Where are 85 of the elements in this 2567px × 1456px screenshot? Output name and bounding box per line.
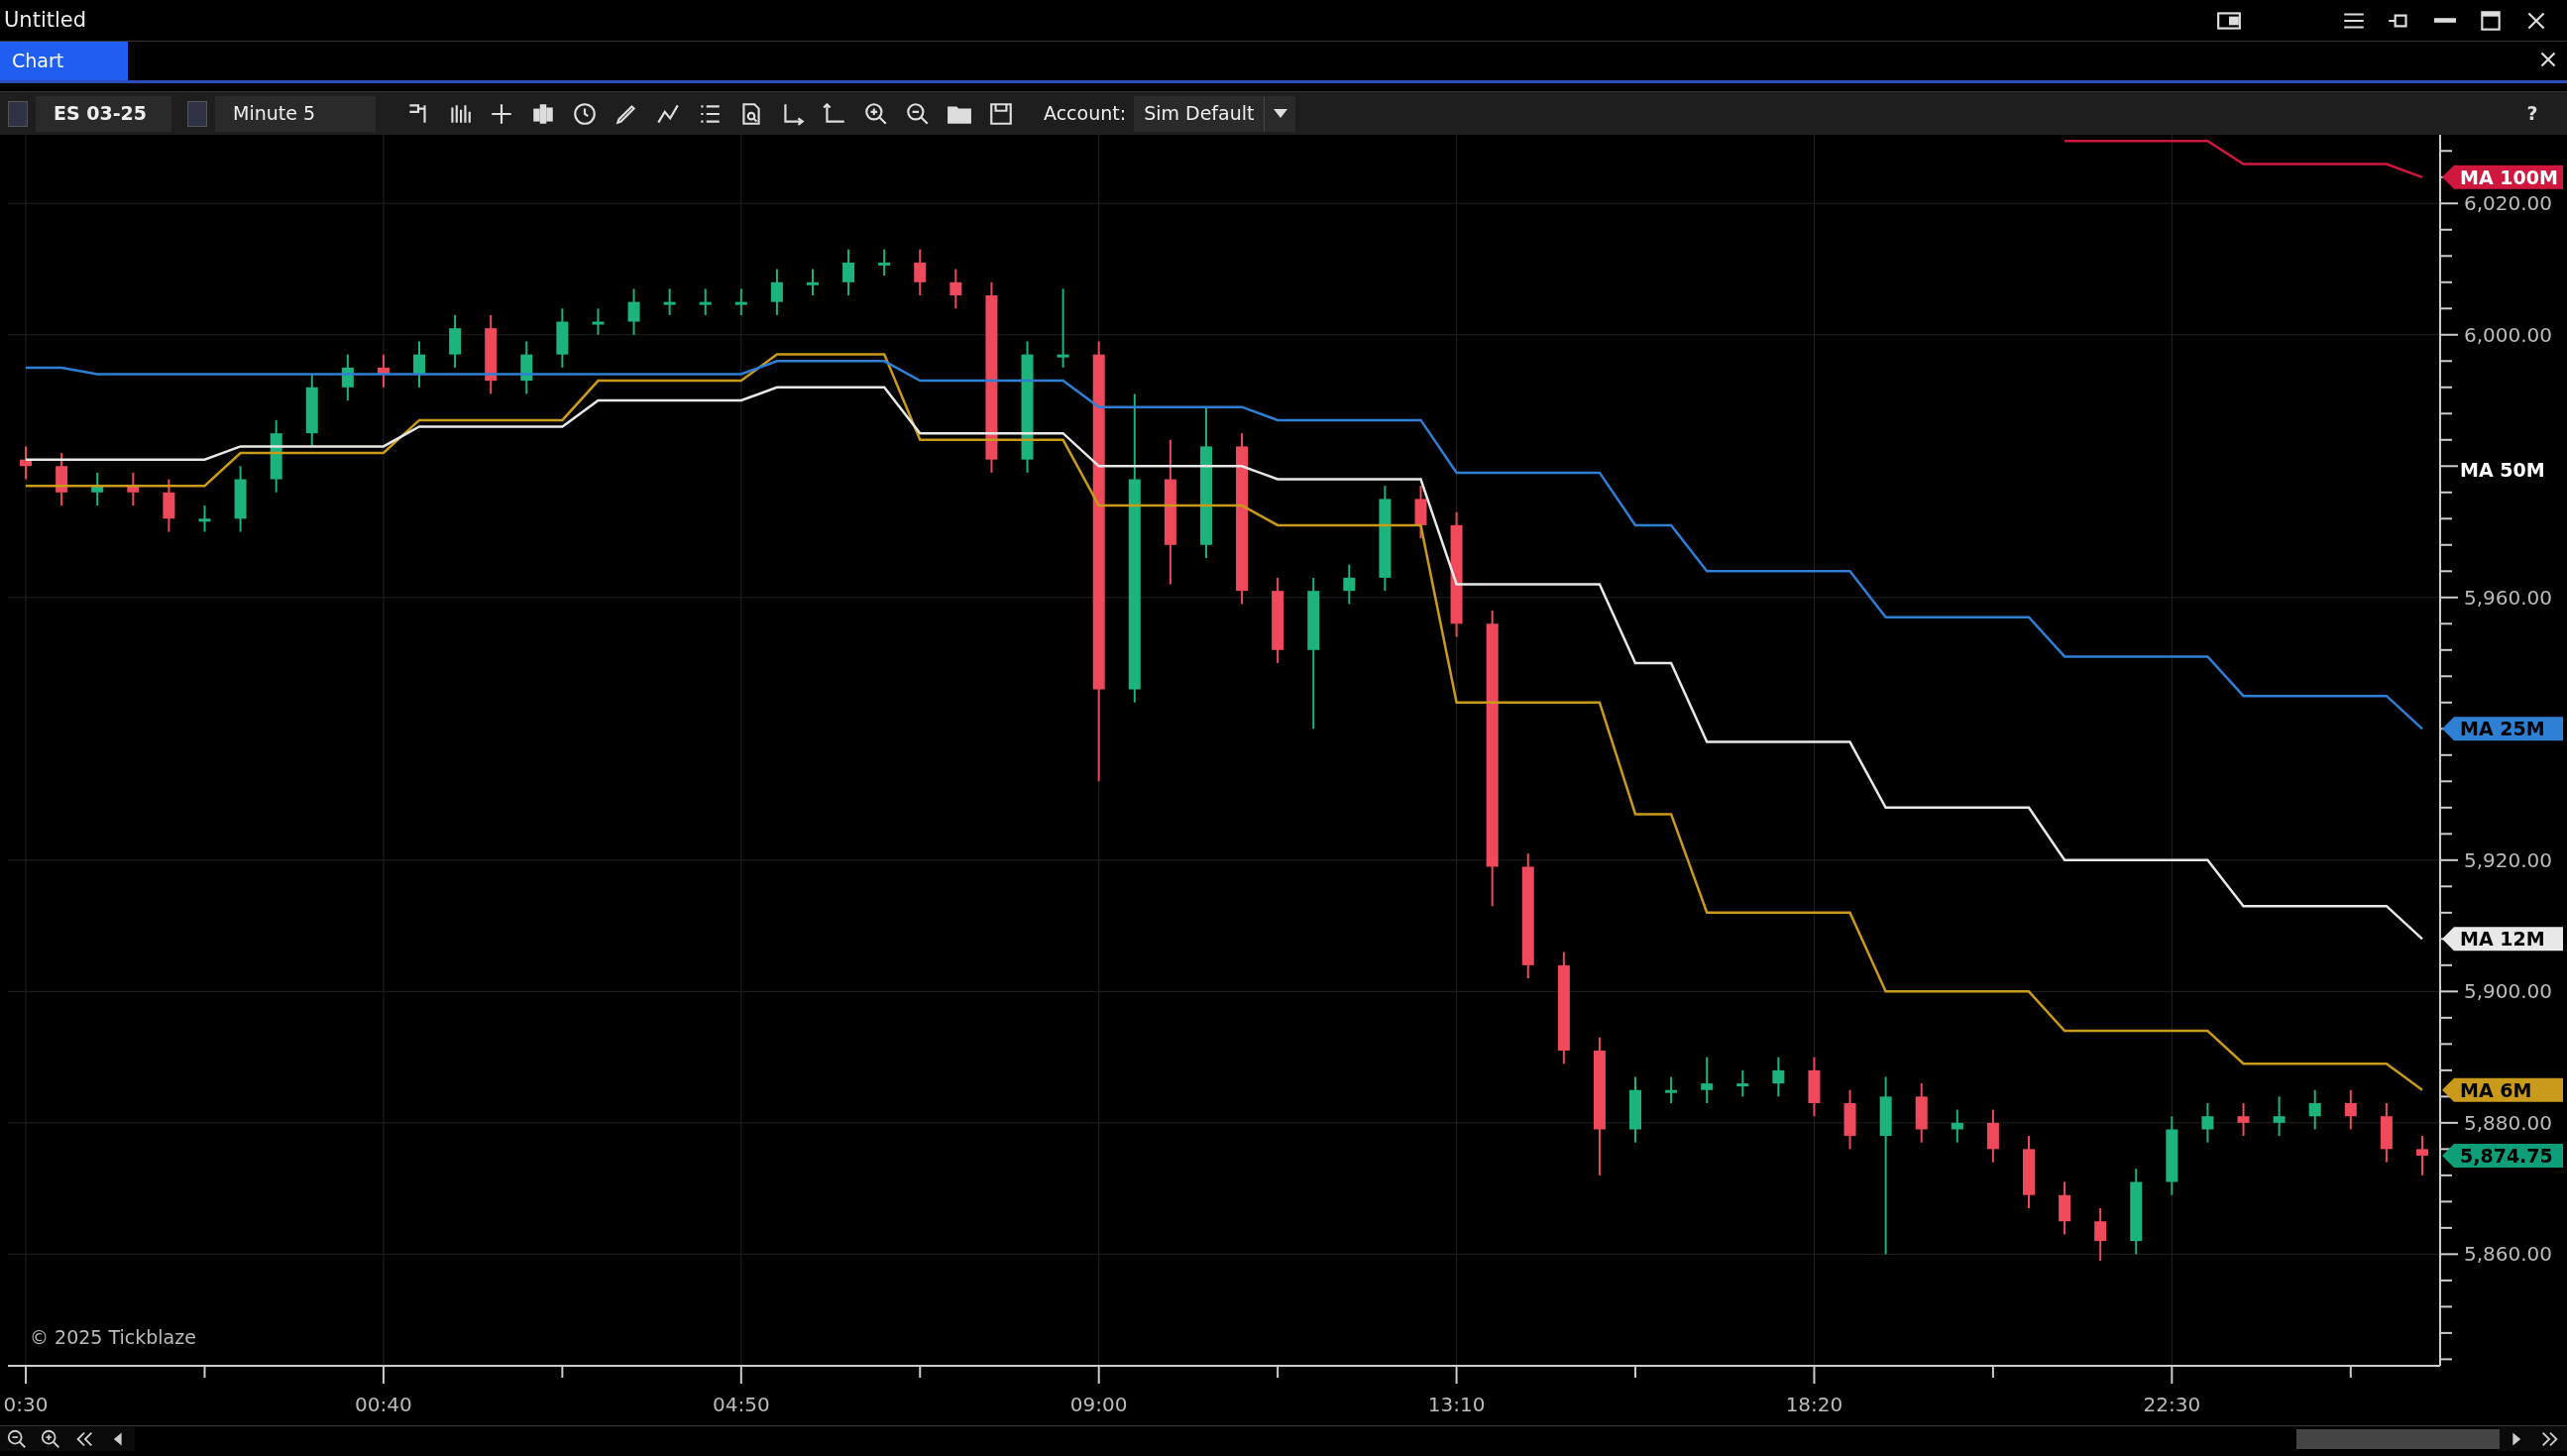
price-marker: MA 12M [2442,927,2563,952]
price-axis-label: 6,000.00 [2464,322,2553,347]
candlestick [449,313,462,369]
price-axis-label: 5,900.00 [2464,979,2553,1004]
interval-field[interactable]: Minute 5 [215,95,376,132]
candlestick [2344,1088,2357,1131]
candlestick [2308,1088,2321,1131]
price-axis-label: 6,020.00 [2464,191,2553,216]
price-marker: MA 100M [2442,165,2563,189]
help-button[interactable]: ? [2513,95,2551,132]
candlestick [20,445,33,481]
candlestick [1808,1056,1821,1118]
candlestick [341,353,354,402]
candlestick [163,478,175,533]
candlestick [949,268,962,310]
time-axis-label: 18:20 [1785,1393,1843,1416]
candlestick [627,287,640,336]
tab[interactable]: Chart [0,42,128,80]
instrument-field[interactable]: ES 03-25 [36,95,171,132]
price-marker: MA 50M [2460,459,2545,482]
time-axis-label: 00:40 [355,1393,412,1416]
candlestick [56,452,68,507]
candlestick [1414,485,1427,540]
candlestick [1736,1068,1749,1098]
price-axis-label: 5,860.00 [2464,1242,2553,1267]
price-axis-label: 5,880.00 [2464,1110,2553,1135]
candlestick [699,287,712,316]
price-marker: MA 25M [2442,717,2563,741]
scrollbar-thumb[interactable] [2296,1428,2500,1449]
candlestick [1772,1056,1785,1098]
candlestick [1843,1088,1856,1151]
price-marker: MA 6M [2442,1077,2563,1102]
dropdown-button[interactable] [1264,95,1296,132]
candlestick [807,268,819,296]
candlestick [592,307,605,336]
candlestick [2380,1101,2393,1164]
minimize-icon [2434,18,2456,23]
time-axis-label: 22:30 [2143,1393,2201,1416]
candlestick [1665,1075,1678,1104]
candlestick [520,340,533,395]
candlestick [127,471,140,507]
copyright-text: © 2025 Tickblaze [30,1326,196,1348]
color-swatch [8,100,28,127]
candlestick [1629,1075,1641,1144]
candlestick [198,504,211,533]
zoom-in-icon [40,1427,61,1450]
candlestick [1701,1056,1714,1104]
clock-icon [572,100,598,127]
zoom-in-icon [863,100,889,127]
candlestick [1343,563,1356,606]
candlestick [734,287,747,316]
time-axis-label: 13:10 [1427,1393,1486,1416]
account-label: Account: [1044,101,1127,127]
candlestick [556,307,569,369]
price-marker: 5,874.75 [2442,1144,2563,1168]
price-axis-label: 5,920.00 [2464,847,2553,872]
window-title: Untitled [4,6,87,34]
candlestick [377,353,390,389]
candlestick [2059,1180,2071,1236]
time-axis-label: 0:30 [3,1393,49,1416]
zoom-out-icon [6,1427,28,1450]
candlestick [2415,1135,2428,1176]
candlestick [770,268,783,316]
candlestick [2273,1095,2286,1138]
account-dropdown[interactable]: Sim Default [1134,95,1265,132]
candlestick [91,471,104,507]
candlestick [1915,1082,1928,1144]
color-swatch [187,100,207,127]
candlestick [914,248,927,296]
candlestick [234,465,247,533]
time-axis-label: 09:00 [1069,1393,1128,1416]
candlestick [2201,1101,2214,1144]
candlestick [842,248,855,296]
candlestick [413,340,425,389]
candlestick [1951,1108,1963,1144]
save-icon [988,100,1014,127]
candlestick [2094,1207,2107,1262]
candlestick [1986,1108,1999,1164]
candlestick [2237,1101,2250,1138]
candlestick [663,287,676,316]
zoom-out-icon [905,100,931,127]
price-axis-label: 5,960.00 [2464,585,2553,610]
time-axis-label: 04:50 [713,1393,770,1416]
candlestick [878,248,891,278]
caret-icon [1273,109,1287,118]
